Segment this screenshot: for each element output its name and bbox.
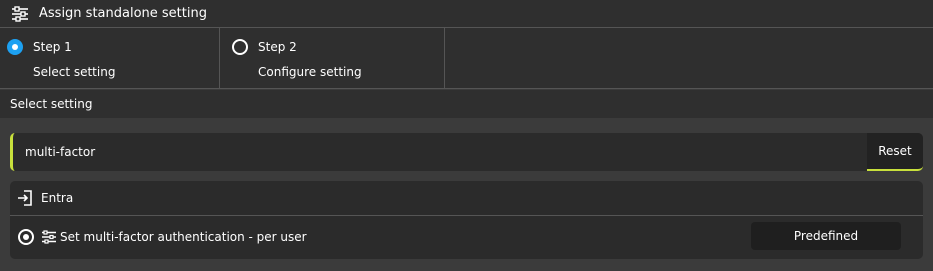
step-1[interactable]: Step 1 Select setting bbox=[0, 28, 220, 88]
dialog-header: Assign standalone setting bbox=[0, 0, 933, 28]
step-1-subtitle: Select setting bbox=[33, 65, 116, 79]
sign-in-icon bbox=[17, 190, 33, 206]
step-2-title: Step 2 bbox=[258, 40, 297, 54]
step-1-title: Step 1 bbox=[33, 40, 72, 54]
results-list: Entra Set multi-factor authentication - … bbox=[10, 181, 923, 259]
sliders-icon bbox=[41, 229, 57, 245]
section-label: Select setting bbox=[0, 90, 933, 118]
dialog-title: Assign standalone setting bbox=[39, 6, 207, 21]
group-label: Entra bbox=[41, 191, 74, 205]
sliders-icon bbox=[10, 4, 30, 24]
setting-radio[interactable] bbox=[18, 229, 34, 245]
setting-label: Set multi-factor authentication - per us… bbox=[60, 230, 307, 244]
reset-button[interactable]: Reset bbox=[867, 133, 923, 171]
search-input[interactable] bbox=[13, 133, 867, 171]
step-2-radio[interactable] bbox=[232, 39, 248, 55]
step-1-radio[interactable] bbox=[7, 39, 23, 55]
step-2[interactable]: Step 2 Configure setting bbox=[220, 28, 445, 88]
list-item[interactable]: Set multi-factor authentication - per us… bbox=[10, 216, 923, 258]
search-bar: Reset bbox=[10, 133, 923, 171]
stepper: Step 1 Select setting Step 2 Configure s… bbox=[0, 28, 933, 89]
group-header-entra: Entra bbox=[10, 181, 923, 216]
predefined-button[interactable]: Predefined bbox=[751, 222, 901, 250]
step-2-subtitle: Configure setting bbox=[258, 65, 362, 79]
